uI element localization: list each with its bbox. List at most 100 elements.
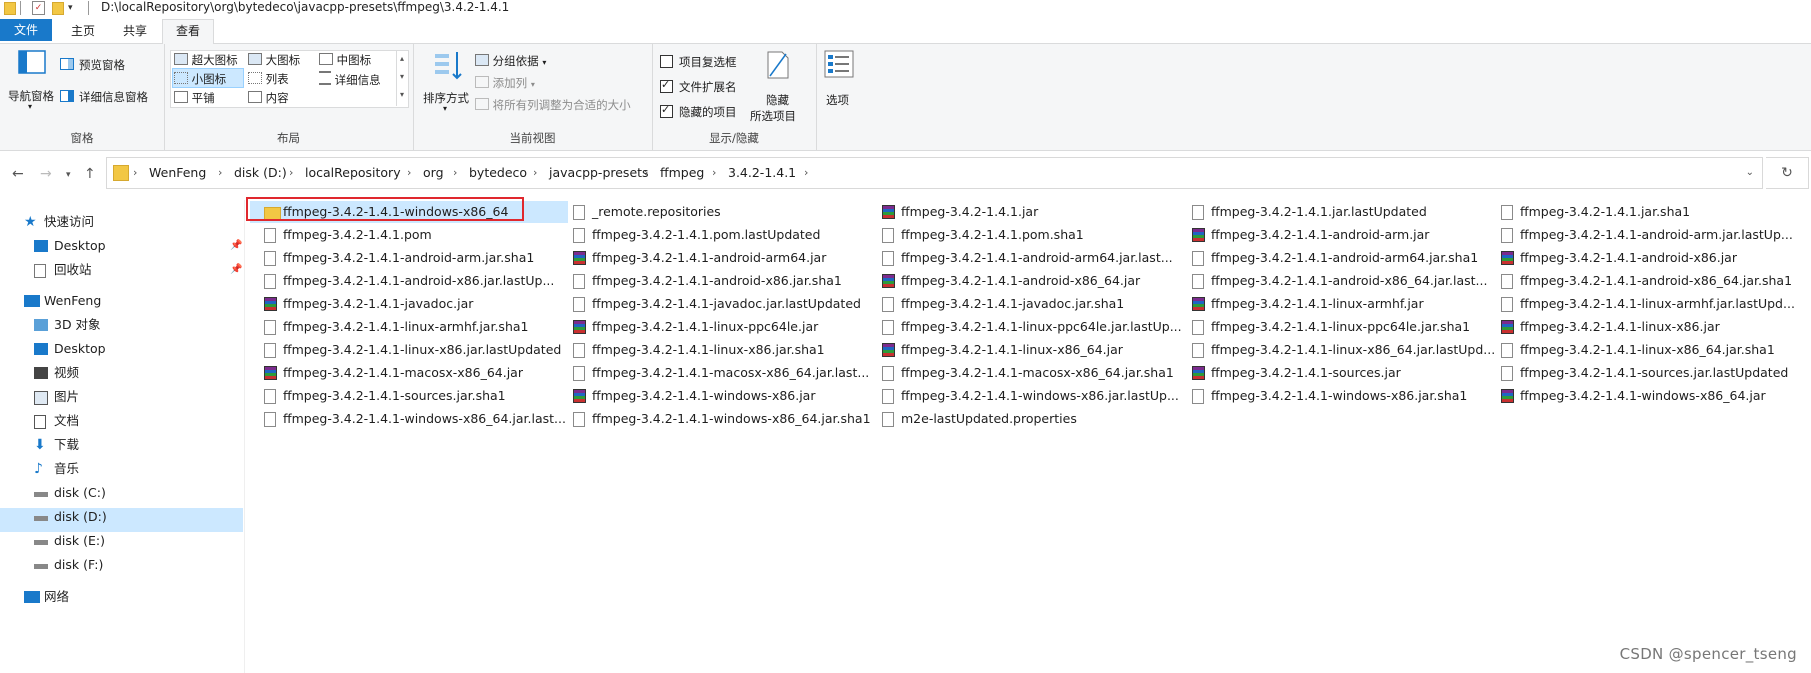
layout-content[interactable]: 内容 <box>248 90 289 106</box>
music-note-icon: ♪ <box>34 461 43 477</box>
breadcrumb-separator[interactable]: › <box>533 158 537 188</box>
hidden-items-toggle[interactable]: 隐藏的项目 <box>660 103 750 122</box>
breadcrumb-bytedeco[interactable]: bytedeco <box>469 158 527 188</box>
layout-small[interactable]: 小图标 <box>174 71 226 87</box>
nav-recycle-bin[interactable]: 回收站 📌 <box>34 259 244 281</box>
options-button[interactable]: 选项 <box>816 48 862 124</box>
hide-selected-icon <box>767 51 789 79</box>
recent-locations-icon[interactable]: ▾ <box>66 170 71 180</box>
item-checkboxes-toggle[interactable]: 项目复选框 <box>660 54 750 72</box>
nav-disk-f-label: disk (F:) <box>54 557 104 572</box>
nav-network-label: 网络 <box>44 589 70 604</box>
ribbon: 导航窗格 ▾ 预览窗格 详细信息窗格 窗格 超大图标 大图标 中图标 小图标 列… <box>0 44 1811 151</box>
breadcrumb-localrepository[interactable]: localRepository <box>305 158 401 188</box>
options-label: 选项 <box>826 93 849 107</box>
ribbon-tabs: 文件 主页 共享 查看 <box>0 18 1811 45</box>
tab-share[interactable]: 共享 <box>114 20 156 42</box>
details-pane-button[interactable]: 详细信息窗格 <box>60 88 164 106</box>
rar-icon <box>1192 366 1205 380</box>
doc-icon <box>573 343 585 358</box>
preview-pane-button[interactable]: 预览窗格 <box>60 56 160 74</box>
layout-tiles[interactable]: 平铺 <box>174 90 215 106</box>
file-extensions-checkbox[interactable] <box>660 78 673 93</box>
file-name: ffmpeg-3.4.2-1.4.1-macosx-x86_64.jar <box>283 365 523 380</box>
file-name: ffmpeg-3.4.2-1.4.1-linux-x86.jar <box>1520 319 1720 334</box>
group-by-label: 分组依据 <box>492 54 539 68</box>
nav-desktop-pinned[interactable]: Desktop 📌 <box>34 235 244 257</box>
rar-icon <box>1192 228 1205 242</box>
computer-icon <box>24 295 40 307</box>
hidden-items-checkbox[interactable] <box>660 103 673 118</box>
properties-icon[interactable]: ✓ <box>32 1 45 15</box>
file-name: ffmpeg-3.4.2-1.4.1-windows-x86_64.jar.sh… <box>592 411 871 426</box>
breadcrumb-separator[interactable]: › <box>644 158 648 188</box>
file-name: ffmpeg-3.4.2-1.4.1-javadoc.jar <box>283 296 474 311</box>
file-name: ffmpeg-3.4.2-1.4.1-windows-x86.jar.sha1 <box>1211 388 1468 403</box>
desktop-icon <box>34 343 48 355</box>
breadcrumb-separator[interactable]: › <box>407 158 411 188</box>
drive-icon <box>34 564 48 569</box>
small-icons-icon <box>174 72 188 84</box>
breadcrumb-wenfeng[interactable]: WenFeng <box>149 158 206 188</box>
new-folder-icon[interactable] <box>52 2 64 15</box>
file-name: ffmpeg-3.4.2-1.4.1-linux-x86.jar.lastUpd… <box>283 342 562 357</box>
breadcrumb-ffmpeg[interactable]: ffmpeg <box>660 158 704 188</box>
forward-arrow-icon[interactable]: → <box>40 166 52 182</box>
layout-medium[interactable]: 中图标 <box>319 52 371 68</box>
add-columns-button[interactable]: 添加列 ▾ <box>475 75 535 91</box>
pin-icon[interactable]: 📌 <box>230 259 242 281</box>
options-icon <box>824 50 854 78</box>
size-all-columns-label: 将所有列调整为合适的大小 <box>492 98 631 112</box>
breadcrumb-separator[interactable]: › <box>133 158 137 188</box>
rar-icon <box>573 320 586 334</box>
file-extensions-toggle[interactable]: 文件扩展名 <box>660 78 750 97</box>
layout-extra-large[interactable]: 超大图标 <box>174 52 238 68</box>
doc-icon <box>1192 320 1204 335</box>
tab-view[interactable]: 查看 <box>162 19 214 45</box>
file-name: ffmpeg-3.4.2-1.4.1-android-x86_64.jar.sh… <box>1520 273 1793 288</box>
breadcrumb-separator[interactable]: › <box>712 158 716 188</box>
tab-home[interactable]: 主页 <box>58 20 108 42</box>
breadcrumb-javacpp-presets[interactable]: javacpp-presets <box>549 158 649 188</box>
item-checkboxes-checkbox[interactable] <box>660 55 673 68</box>
nav-pane-button[interactable]: 导航窗格 ▾ <box>8 48 58 118</box>
layout-list[interactable]: 列表 <box>248 71 289 87</box>
address-dropdown-icon[interactable]: ⌄ <box>1746 158 1754 188</box>
large-icons-icon <box>248 53 262 65</box>
breadcrumb-separator[interactable]: › <box>218 158 222 188</box>
breadcrumb-separator[interactable]: › <box>289 158 293 188</box>
nav-this-pc-label: WenFeng <box>44 293 102 308</box>
breadcrumb-separator[interactable]: › <box>804 158 808 188</box>
layout-large[interactable]: 大图标 <box>248 52 300 68</box>
hide-selected-button[interactable]: 隐藏 所选项目 <box>748 48 812 124</box>
nav-pictures-label: 图片 <box>54 389 80 404</box>
layout-details[interactable]: 详细信息 <box>319 71 381 88</box>
refresh-button[interactable]: ↻ <box>1766 157 1809 189</box>
file-name: ffmpeg-3.4.2-1.4.1-android-x86_64.jar.la… <box>1211 273 1488 288</box>
up-arrow-icon[interactable]: ↑ <box>84 166 96 182</box>
breadcrumb-org[interactable]: org <box>423 158 444 188</box>
layout-gallery-scroll[interactable]: ▴ ▾ ▾ <box>396 50 407 106</box>
breadcrumb-version[interactable]: 3.4.2-1.4.1 <box>728 158 796 188</box>
file-name: ffmpeg-3.4.2-1.4.1.pom.lastUpdated <box>592 227 821 242</box>
back-arrow-icon[interactable]: ← <box>12 166 24 182</box>
file-name: ffmpeg-3.4.2-1.4.1-android-arm.jar.lastU… <box>1520 227 1793 242</box>
file-name: ffmpeg-3.4.2-1.4.1-android-x86.jar.lastU… <box>283 273 555 288</box>
customize-qat-icon[interactable]: ▾ <box>68 2 73 16</box>
cube-icon <box>34 319 48 331</box>
group-by-button[interactable]: 分组依据 ▾ <box>475 53 546 69</box>
breadcrumb-disk-d[interactable]: disk (D:) <box>234 158 287 188</box>
file-name: ffmpeg-3.4.2-1.4.1.jar.sha1 <box>1520 204 1691 219</box>
layout-extra-large-label: 超大图标 <box>191 53 238 67</box>
add-columns-label: 添加列 <box>492 76 528 90</box>
pin-icon[interactable]: 📌 <box>230 235 242 257</box>
address-bar[interactable]: › WenFeng › disk (D:) › localRepository … <box>106 157 1763 189</box>
sort-by-button[interactable]: 排序方式 ▾ <box>421 48 473 120</box>
size-all-columns-button[interactable]: 将所有列调整为合适的大小 <box>475 97 631 113</box>
doc-icon <box>1192 274 1204 289</box>
file-name: ffmpeg-3.4.2-1.4.1-android-arm64.jar <box>592 250 827 265</box>
tab-file[interactable]: 文件 <box>0 19 52 41</box>
doc-icon <box>1192 251 1204 266</box>
breadcrumb-separator[interactable]: › <box>453 158 457 188</box>
doc-icon <box>573 205 585 220</box>
